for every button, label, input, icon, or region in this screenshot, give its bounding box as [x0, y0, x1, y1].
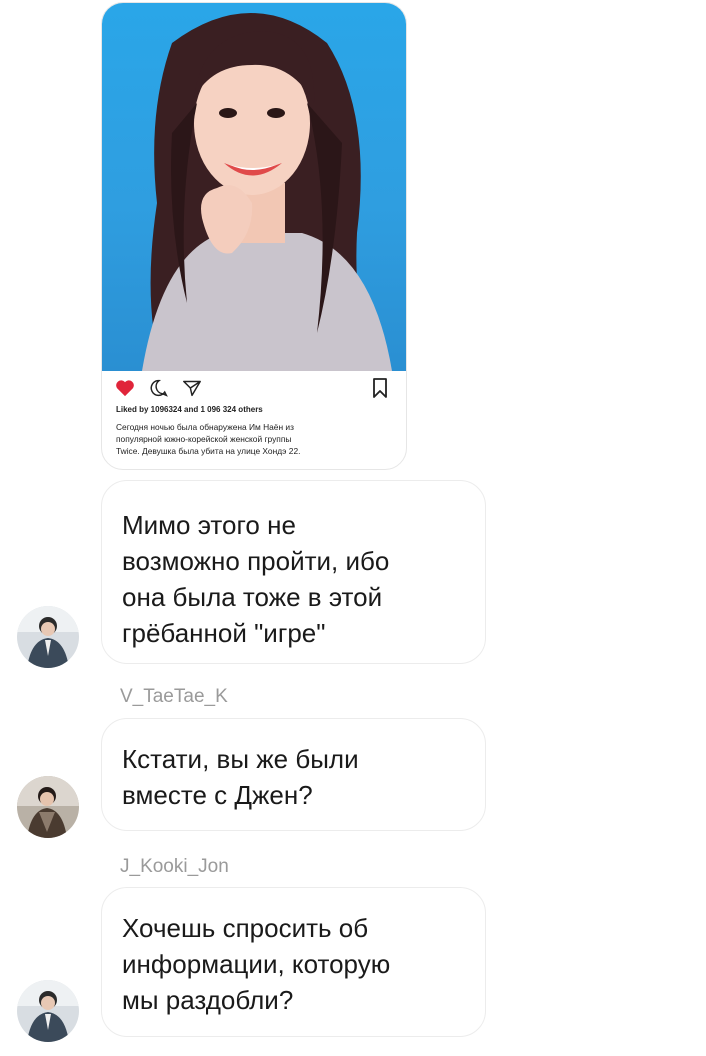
caption-line: Сегодня ночью была обнаружена Им Наён из — [116, 421, 396, 433]
heart-icon[interactable] — [115, 379, 135, 402]
bookmark-icon[interactable] — [372, 378, 388, 403]
message-line: Мимо этого не — [122, 507, 465, 543]
caption-line: популярной южно-корейской женской группы — [116, 433, 396, 445]
message-line: мы раздобли? — [122, 982, 465, 1018]
message-bubble[interactable]: Кстати, вы же были вместе с Джен? — [101, 718, 486, 831]
send-icon[interactable] — [182, 379, 202, 402]
post-action-bar — [102, 373, 406, 401]
message-line: возможно пройти, ибо — [122, 543, 465, 579]
avatar[interactable] — [17, 980, 79, 1042]
message-line: Кстати, вы же были — [122, 741, 465, 777]
message-bubble[interactable]: Мимо этого не возможно пройти, ибо она б… — [101, 480, 486, 664]
avatar[interactable] — [17, 606, 79, 668]
caption-line: Twice. Девушка была убита на улице Хондэ… — [116, 445, 396, 457]
message-line: Хочешь спросить об — [122, 910, 465, 946]
post-likes-count: Liked by 1096324 and 1 096 324 others — [116, 405, 263, 414]
post-photo[interactable] — [102, 3, 406, 371]
shared-post-card[interactable]: Liked by 1096324 and 1 096 324 others Се… — [101, 2, 407, 470]
message-line: она была тоже в этой — [122, 579, 465, 615]
portrait-illustration — [102, 3, 406, 371]
message-line: вместе с Джен? — [122, 777, 465, 813]
sender-name: V_TaeTae_K — [120, 686, 228, 708]
sender-name: J_Kooki_Jon — [120, 856, 229, 878]
message-bubble[interactable]: Хочешь спросить об информации, которую м… — [101, 887, 486, 1037]
message-line: грёбанной "игре" — [122, 615, 465, 651]
avatar[interactable] — [17, 776, 79, 838]
comment-icon[interactable] — [149, 379, 169, 402]
post-caption: Сегодня ночью была обнаружена Им Наён из… — [116, 421, 396, 457]
message-line: информации, которую — [122, 946, 465, 982]
